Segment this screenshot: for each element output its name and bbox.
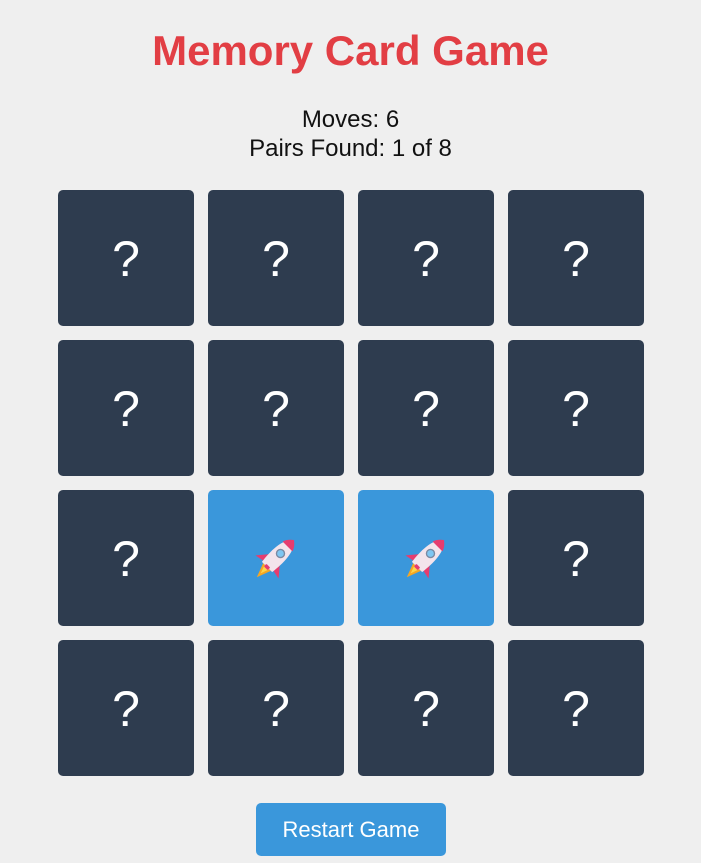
card-face-label: ? (262, 231, 290, 287)
card-face-label: ? (412, 381, 440, 437)
memory-card[interactable]: ? (58, 190, 194, 326)
restart-game-button[interactable]: Restart Game (256, 803, 446, 856)
memory-card[interactable]: ? (508, 340, 644, 476)
memory-card[interactable] (358, 490, 494, 626)
memory-card[interactable]: ? (208, 190, 344, 326)
memory-card[interactable]: ? (58, 340, 194, 476)
card-face-label: ? (112, 531, 140, 587)
game-stats: Moves: 6 Pairs Found: 1 of 8 (0, 105, 701, 163)
card-face-label: ? (562, 381, 590, 437)
memory-card[interactable]: ? (508, 640, 644, 776)
memory-card[interactable]: ? (358, 640, 494, 776)
memory-card[interactable]: ? (508, 190, 644, 326)
memory-card[interactable]: ? (208, 340, 344, 476)
card-face-label: ? (412, 681, 440, 737)
memory-card[interactable] (208, 490, 344, 626)
card-face-label: ? (562, 531, 590, 587)
card-face-label: ? (262, 381, 290, 437)
card-face-label: ? (562, 681, 590, 737)
rocket-icon (405, 539, 445, 579)
moves-counter: Moves: 6 (301, 106, 400, 133)
memory-card[interactable]: ? (58, 490, 194, 626)
page-title: Memory Card Game (152, 27, 549, 74)
memory-card[interactable]: ? (358, 190, 494, 326)
memory-card[interactable]: ? (58, 640, 194, 776)
card-face-label: ? (112, 681, 140, 737)
pairs-found-counter: Pairs Found: 1 of 8 (249, 135, 452, 162)
card-face-label: ? (112, 381, 140, 437)
card-face-label: ? (262, 681, 290, 737)
memory-card[interactable]: ? (358, 340, 494, 476)
card-face-label: ? (412, 231, 440, 287)
memory-card[interactable]: ? (508, 490, 644, 626)
card-face-label: ? (562, 231, 590, 287)
card-grid: ????????? ????? (58, 190, 644, 776)
rocket-icon (255, 539, 295, 579)
card-face-label: ? (112, 231, 140, 287)
memory-card[interactable]: ? (208, 640, 344, 776)
